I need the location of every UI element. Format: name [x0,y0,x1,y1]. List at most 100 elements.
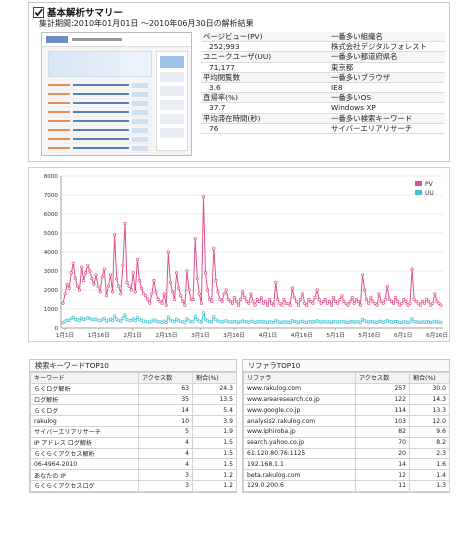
keyword-cell-value: 3 [138,469,193,481]
data-point-uu [199,320,203,324]
data-point-pv [162,292,166,296]
keyword-cell-label[interactable]: あなたの IP [30,469,139,481]
data-point-pv [65,282,69,286]
referrer-cell-value: 14 [355,458,410,471]
data-point-pv [201,195,206,199]
keyword-cell-label[interactable]: らくらくアクセス解析 [30,447,139,460]
data-point-pv [146,297,150,302]
keyword-cell-value: 14 [138,404,193,417]
data-point-pv [177,286,181,290]
data-point-uu [123,313,127,317]
keyword-cell-label[interactable]: らくらくアクセスログ [30,479,139,492]
referrer-cell-label[interactable]: beta.rakulog.com [243,469,356,481]
data-point-pv [439,303,443,307]
data-point-pv [230,301,234,305]
y-tick-label: 4000 [44,250,59,256]
data-point-pv [193,237,197,241]
data-point-pv [282,297,286,302]
stat-label: ユニークユーザ(UU) [203,52,272,62]
summary-title: 基本解析サマリー [47,8,124,19]
data-point-pv [243,296,247,300]
data-point-pv [121,263,125,267]
data-point-pv [185,269,189,273]
stat-label: 一番多い組織名 [331,32,383,41]
data-point-pv [336,301,340,305]
keyword-cell-label[interactable]: らくログ [30,404,139,417]
referrer-cell-label[interactable]: www.rakulog.com [243,382,356,395]
referrer-cell-label[interactable]: www.arearesearch.co.jp [243,393,356,406]
keyword-cell-label[interactable]: サイバーエリアリサーチ [30,425,139,438]
keyword-cell-value: 13.5 [192,393,237,406]
data-point-pv [274,280,278,285]
stat-value: 71,177 [209,62,235,72]
data-point-pv [268,297,272,302]
table-row: 129.0.200.6 11 1.3 [243,479,450,492]
referrer-cell-label[interactable]: search.yahoo.co.jp [243,436,356,449]
keyword-cell-value: 5 [138,425,193,438]
referrer-cell-label[interactable]: analysis2.rakulog.com [243,415,356,427]
data-point-uu [77,318,82,322]
data-point-pv [340,294,344,298]
keyword-cell-label[interactable]: rakulog [30,415,139,427]
data-point-pv [381,301,385,305]
data-point-pv [422,301,427,305]
referrer-cell-label[interactable]: 129.0.200.6 [243,479,356,492]
table-row: search.yahoo.co.jp 70 8.2 [243,436,450,449]
keyword-cell-label[interactable]: ログ解析 [30,393,139,406]
referrer-cell-label[interactable]: www.google.co.jp [243,404,356,417]
referrer-cell-label[interactable]: 61.120.80.76:1125 [243,447,356,460]
data-point-pv [385,284,389,288]
legend-label-pv: PV [425,181,434,188]
referrer-cell-label[interactable]: 192.168.1.1 [243,458,356,471]
stat-value: Windows XP [331,103,376,113]
data-point-uu [166,315,170,319]
table-row: www.rakulog.com 257 30.0 [243,382,450,395]
referrer-header-0: リファラ [243,372,356,384]
referrer-cell-value: 9.6 [409,425,450,438]
pv-uu-chart: 0 1000 2000 3000 4000 5000 6000 7000 8000 1月1日 1月1… [28,167,450,342]
data-point-pv [332,296,336,300]
data-point-pv [212,246,216,250]
table-row: www.iphiroba.jp 82 9.6 [243,425,450,438]
keyword-header-1: アクセス数 [138,372,193,384]
data-point-pv [408,301,412,305]
data-point-pv [110,290,115,294]
data-point-pv [148,301,152,305]
data-point-pv [365,297,369,302]
data-point-pv [183,303,187,307]
data-point-pv [237,303,241,307]
data-point-pv [315,288,319,292]
keyword-cell-label[interactable]: らくログ解析 [30,382,139,395]
data-point-pv [94,273,98,277]
data-point-pv [123,221,127,226]
keyword-header-0: キーワード [30,372,139,384]
keyword-cell-label[interactable]: 06-4964-2010 [30,458,139,471]
referrer-table: リファラ アクセス数 割合(%) www.rakulog.com 257 30.0 www… [243,372,450,492]
data-point-pv [203,271,208,275]
referrer-cell-value: 12 [355,469,410,481]
data-point-pv [133,290,137,294]
keyword-cell-value: 1.2 [192,479,237,492]
referrer-cell-label[interactable]: www.iphiroba.jp [243,425,356,438]
site-thumbnail[interactable] [41,32,192,156]
y-tick-label: 6000 [44,212,59,218]
x-tick-label: 1月16日 [88,332,110,339]
x-tick-label: 6月16日 [426,332,448,339]
keyword-cell-label[interactable]: IP アドレス ログ解析 [30,436,139,449]
stat-value: IE8 [331,82,343,92]
table-row: beta.rakulog.com 12 1.4 [243,469,450,481]
data-point-uu [164,320,168,325]
data-point-pv [327,299,332,303]
referrer-cell-value: 82 [355,425,410,438]
data-point-pv [391,301,396,305]
data-point-uu [193,314,197,318]
data-point-pv [63,292,67,296]
x-tick-label: 6月1日 [394,332,412,339]
data-point-pv [112,233,117,237]
referrer-cell-value: 13.3 [409,404,450,417]
y-tick-label: 0 [54,326,58,332]
stat-value: 株式会社デジタルフォレスト [331,42,427,52]
data-point-pv [348,299,352,303]
data-point-pv [232,296,236,300]
y-tick-label: 5000 [44,231,59,237]
